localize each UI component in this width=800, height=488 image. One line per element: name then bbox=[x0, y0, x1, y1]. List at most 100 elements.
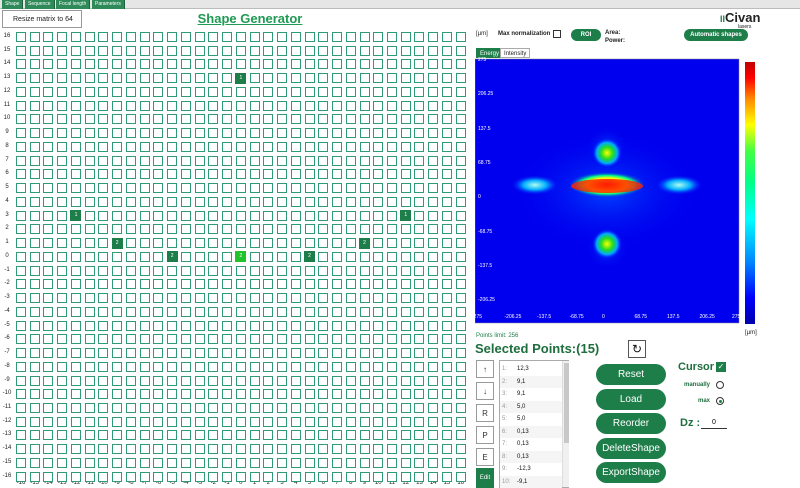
grid-cell[interactable] bbox=[125, 114, 136, 125]
grid-cell[interactable] bbox=[208, 114, 219, 125]
grid-cell[interactable] bbox=[235, 141, 246, 152]
grid-cell[interactable] bbox=[180, 73, 191, 84]
grid-cell[interactable] bbox=[112, 59, 123, 70]
grid-cell[interactable] bbox=[304, 155, 315, 166]
grid-cell[interactable] bbox=[249, 402, 260, 413]
grid-cell[interactable] bbox=[139, 45, 150, 56]
grid-cell[interactable] bbox=[359, 348, 370, 359]
grid-cell[interactable] bbox=[29, 86, 40, 97]
grid-cell[interactable] bbox=[194, 196, 205, 207]
grid-cell[interactable] bbox=[57, 293, 68, 304]
grid-cell[interactable] bbox=[70, 238, 81, 249]
grid-cell[interactable] bbox=[359, 265, 370, 276]
grid-cell[interactable] bbox=[290, 389, 301, 400]
max-radio[interactable] bbox=[716, 397, 724, 405]
grid-cell[interactable] bbox=[112, 86, 123, 97]
grid-cell[interactable] bbox=[222, 457, 233, 468]
grid-cell[interactable] bbox=[414, 86, 425, 97]
grid-cell[interactable] bbox=[277, 375, 288, 386]
selected-grid-point[interactable]: 2 bbox=[166, 251, 178, 263]
grid-cell[interactable] bbox=[400, 430, 411, 441]
grid-cell[interactable] bbox=[57, 45, 68, 56]
grid-cell[interactable] bbox=[318, 402, 329, 413]
grid-cell[interactable] bbox=[414, 155, 425, 166]
grid-cell[interactable] bbox=[235, 45, 246, 56]
grid-cell[interactable] bbox=[153, 155, 164, 166]
grid-cell[interactable] bbox=[400, 471, 411, 482]
grid-cell[interactable] bbox=[57, 416, 68, 427]
grid-cell[interactable] bbox=[277, 73, 288, 84]
grid-cell[interactable] bbox=[373, 430, 384, 441]
grid-cell[interactable] bbox=[441, 155, 452, 166]
grid-cell[interactable] bbox=[222, 375, 233, 386]
grid-cell[interactable] bbox=[194, 155, 205, 166]
grid-cell[interactable] bbox=[194, 141, 205, 152]
grid-cell[interactable] bbox=[98, 444, 109, 455]
grid-cell[interactable] bbox=[167, 100, 178, 111]
grid-cell[interactable] bbox=[16, 169, 26, 180]
grid-cell[interactable] bbox=[222, 196, 233, 207]
grid-cell[interactable] bbox=[332, 169, 343, 180]
grid-cell[interactable] bbox=[414, 196, 425, 207]
grid-cell[interactable] bbox=[414, 320, 425, 331]
grid-cell[interactable] bbox=[167, 375, 178, 386]
grid-cell[interactable] bbox=[139, 238, 150, 249]
grid-cell[interactable] bbox=[167, 196, 178, 207]
grid-cell[interactable] bbox=[332, 224, 343, 235]
grid-cell[interactable] bbox=[43, 320, 54, 331]
grid-cell[interactable] bbox=[304, 416, 315, 427]
grid-cell[interactable] bbox=[70, 73, 81, 84]
grid-cell[interactable] bbox=[112, 416, 123, 427]
grid-cell[interactable] bbox=[139, 183, 150, 194]
tab-focal-length[interactable]: Focal length bbox=[56, 0, 91, 9]
grid-cell[interactable] bbox=[222, 251, 233, 262]
grid-cell[interactable] bbox=[139, 444, 150, 455]
r-button[interactable]: R bbox=[476, 404, 494, 422]
grid-cell[interactable] bbox=[263, 457, 274, 468]
grid-cell[interactable] bbox=[455, 320, 466, 331]
grid-cell[interactable] bbox=[290, 306, 301, 317]
grid-cell[interactable] bbox=[373, 444, 384, 455]
grid-cell[interactable] bbox=[43, 361, 54, 372]
grid-cell[interactable] bbox=[386, 100, 397, 111]
grid-cell[interactable] bbox=[84, 86, 95, 97]
grid-cell[interactable] bbox=[386, 334, 397, 345]
points-list-item[interactable]: 10: -9,1 bbox=[500, 475, 562, 488]
grid-cell[interactable] bbox=[194, 169, 205, 180]
grid-cell[interactable] bbox=[345, 32, 356, 42]
grid-cell[interactable] bbox=[263, 306, 274, 317]
grid-cell[interactable] bbox=[222, 45, 233, 56]
grid-cell[interactable] bbox=[235, 128, 246, 139]
grid-cell[interactable] bbox=[57, 251, 68, 262]
grid-cell[interactable] bbox=[180, 334, 191, 345]
grid-cell[interactable] bbox=[290, 265, 301, 276]
grid-cell[interactable] bbox=[29, 293, 40, 304]
grid-cell[interactable] bbox=[43, 457, 54, 468]
grid-cell[interactable] bbox=[139, 265, 150, 276]
grid-cell[interactable] bbox=[180, 224, 191, 235]
grid-cell[interactable] bbox=[400, 141, 411, 152]
grid-cell[interactable] bbox=[414, 389, 425, 400]
grid-cell[interactable] bbox=[139, 251, 150, 262]
grid-cell[interactable] bbox=[70, 361, 81, 372]
grid-cell[interactable] bbox=[400, 375, 411, 386]
grid-cell[interactable] bbox=[386, 86, 397, 97]
grid-cell[interactable] bbox=[43, 210, 54, 221]
grid-cell[interactable] bbox=[386, 196, 397, 207]
grid-cell[interactable] bbox=[153, 265, 164, 276]
grid-cell[interactable] bbox=[373, 114, 384, 125]
grid-cell[interactable] bbox=[441, 251, 452, 262]
selected-grid-point[interactable]: 1 bbox=[400, 210, 412, 222]
grid-cell[interactable] bbox=[249, 444, 260, 455]
grid-cell[interactable] bbox=[167, 238, 178, 249]
grid-cell[interactable] bbox=[414, 348, 425, 359]
grid-cell[interactable] bbox=[318, 279, 329, 290]
grid-cell[interactable] bbox=[16, 471, 26, 482]
grid-cell[interactable] bbox=[112, 251, 123, 262]
grid-cell[interactable] bbox=[332, 265, 343, 276]
grid-cell[interactable] bbox=[125, 334, 136, 345]
grid-cell[interactable] bbox=[167, 265, 178, 276]
grid-cell[interactable] bbox=[29, 224, 40, 235]
grid-cell[interactable] bbox=[208, 251, 219, 262]
grid-cell[interactable] bbox=[359, 32, 370, 42]
